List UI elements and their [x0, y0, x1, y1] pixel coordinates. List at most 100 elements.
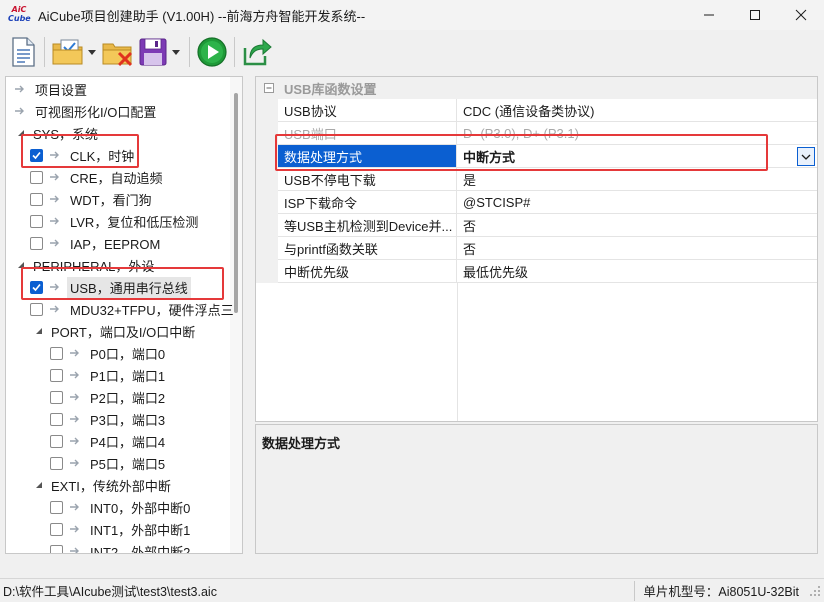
- tree-item-checkbox[interactable]: [50, 456, 63, 470]
- tree-item-label: P4口，端口4: [90, 434, 166, 450]
- open-project-dropdown[interactable]: [87, 34, 97, 70]
- tree-item-checkbox[interactable]: [30, 236, 43, 250]
- property-row[interactable]: 等USB主机检测到Device并... 否: [278, 214, 817, 237]
- maximize-button[interactable]: [732, 0, 778, 30]
- property-row[interactable]: USB不停电下载是: [278, 168, 817, 191]
- property-row[interactable]: 中断优先级 最低优先级: [278, 260, 817, 283]
- arrow-right-icon: [70, 459, 79, 467]
- tree-item-checkbox[interactable]: [50, 522, 63, 536]
- property-name: ISP下载命令: [278, 191, 457, 213]
- property-value[interactable]: @STCISP#: [457, 191, 817, 213]
- resize-grip-icon[interactable]: [809, 585, 821, 597]
- tree-item-checkbox[interactable]: [30, 302, 43, 316]
- tree-item[interactable]: P2口，端口2: [50, 386, 168, 408]
- tree-item[interactable]: EXTI，传统外部中断: [34, 474, 174, 496]
- tree-item-checkbox[interactable]: [50, 346, 63, 360]
- tree-item-label: LVR，复位和低压检测: [70, 214, 199, 230]
- property-section-header[interactable]: USB库函数设置: [256, 77, 817, 99]
- tree-item-label: 可视图形化I/O口配置: [35, 104, 157, 120]
- run-button[interactable]: [196, 34, 228, 70]
- tree-item[interactable]: PORT，端口及I/O口中断: [34, 320, 198, 342]
- tree-item[interactable]: INT1，外部中断1: [50, 518, 193, 540]
- tree-item-checkbox[interactable]: [50, 500, 63, 514]
- minimize-button[interactable]: [686, 0, 732, 30]
- description-title: 数据处理方式: [262, 436, 341, 451]
- tree-item[interactable]: INT2，外部中断2: [50, 540, 193, 553]
- expanded-triangle-icon[interactable]: [34, 480, 44, 490]
- arrow-right-icon: [50, 239, 59, 247]
- tree-item[interactable]: INT0，外部中断0: [50, 496, 193, 518]
- tree-item-label: CRE，自动追频: [70, 170, 163, 186]
- minimize-icon: [704, 14, 714, 16]
- tree-item[interactable]: 项目设置: [14, 78, 90, 100]
- tree-item[interactable]: LVR，复位和低压检测: [30, 210, 201, 232]
- open-project-button[interactable]: [51, 34, 85, 70]
- property-value[interactable]: 是: [457, 168, 817, 190]
- property-name: USB不停电下载: [278, 168, 457, 190]
- toolbar-separator: [189, 37, 190, 67]
- arrow-right-icon: [70, 349, 79, 357]
- property-dropdown-button[interactable]: [797, 147, 815, 166]
- property-value[interactable]: 否: [457, 237, 817, 259]
- property-gutter: [256, 99, 278, 283]
- arrow-right-icon: [15, 107, 24, 115]
- tree-item[interactable]: P4口，端口4: [50, 430, 168, 452]
- tree-item[interactable]: IAP，EEPROM: [30, 232, 163, 254]
- tree-item-label: INT0，外部中断0: [90, 500, 191, 516]
- tree-item[interactable]: CRE，自动追频: [30, 166, 165, 188]
- tree-item-checkbox[interactable]: [50, 544, 63, 553]
- property-name: USB协议: [278, 99, 457, 121]
- property-row[interactable]: ISP下载命令 @STCISP#: [278, 191, 817, 214]
- property-row[interactable]: 与printf函数关联否: [278, 237, 817, 260]
- tree-item[interactable]: 可视图形化I/O口配置: [14, 100, 159, 122]
- save-button[interactable]: [137, 34, 169, 70]
- tree-item[interactable]: WDT，看门狗: [30, 188, 155, 210]
- tree-item[interactable]: P1口，端口1: [50, 364, 168, 386]
- close-button[interactable]: [778, 0, 824, 30]
- toolbar: [0, 31, 824, 73]
- export-button[interactable]: [241, 34, 273, 70]
- new-file-button[interactable]: [8, 34, 38, 70]
- delete-project-button[interactable]: [101, 34, 135, 70]
- tree-item-label: MDU32+TFPU，硬件浮点三: [70, 302, 234, 318]
- tree-item-label: IAP，EEPROM: [70, 236, 161, 252]
- delete-project-icon: [102, 43, 133, 67]
- highlight-box-clk: [21, 134, 139, 168]
- tree-item-label: EXTI，传统外部中断: [51, 478, 171, 494]
- arrow-right-icon: [50, 217, 59, 225]
- tree-item-checkbox[interactable]: [30, 192, 43, 206]
- arrow-right-icon: [70, 525, 79, 533]
- property-row[interactable]: USB协议 CDC (通信设备类协议): [278, 99, 817, 122]
- tree-item-checkbox[interactable]: [50, 412, 63, 426]
- tree-item[interactable]: P0口，端口0: [50, 342, 168, 364]
- tree-item[interactable]: P3口，端口3: [50, 408, 168, 430]
- property-description: 数据处理方式: [255, 424, 818, 554]
- tree-item-label: P2口，端口2: [90, 390, 166, 406]
- collapse-icon[interactable]: [264, 83, 274, 93]
- tree-item[interactable]: P5口，端口5: [50, 452, 168, 474]
- arrow-right-icon: [50, 195, 59, 203]
- arrow-right-icon: [70, 437, 79, 445]
- export-icon: [243, 38, 272, 66]
- tree-item-checkbox[interactable]: [30, 170, 43, 184]
- tree-item-label: P0口，端口0: [90, 346, 166, 362]
- property-value[interactable]: 最低优先级: [457, 260, 817, 282]
- arrow-right-icon: [70, 503, 79, 511]
- tree-scrollbar-thumb[interactable]: [234, 93, 238, 313]
- chevron-down-icon: [801, 154, 811, 160]
- tree-item-checkbox[interactable]: [50, 434, 63, 448]
- window-controls: [686, 0, 824, 30]
- save-dropdown[interactable]: [171, 34, 181, 70]
- tree-item-checkbox[interactable]: [50, 368, 63, 382]
- property-value[interactable]: CDC (通信设备类协议): [457, 99, 817, 121]
- tree-item-checkbox[interactable]: [30, 214, 43, 228]
- property-value[interactable]: 否: [457, 214, 817, 236]
- close-icon: [795, 9, 807, 21]
- tree-item-label: 项目设置: [35, 82, 88, 98]
- tree-item-checkbox[interactable]: [50, 390, 63, 404]
- tree-item-label: P5口，端口5: [90, 456, 166, 472]
- logo-text-top: AiC: [11, 5, 27, 14]
- tree-item[interactable]: MDU32+TFPU，硬件浮点三: [30, 298, 237, 320]
- highlight-box-usb: [21, 267, 224, 300]
- expanded-triangle-icon[interactable]: [34, 326, 44, 336]
